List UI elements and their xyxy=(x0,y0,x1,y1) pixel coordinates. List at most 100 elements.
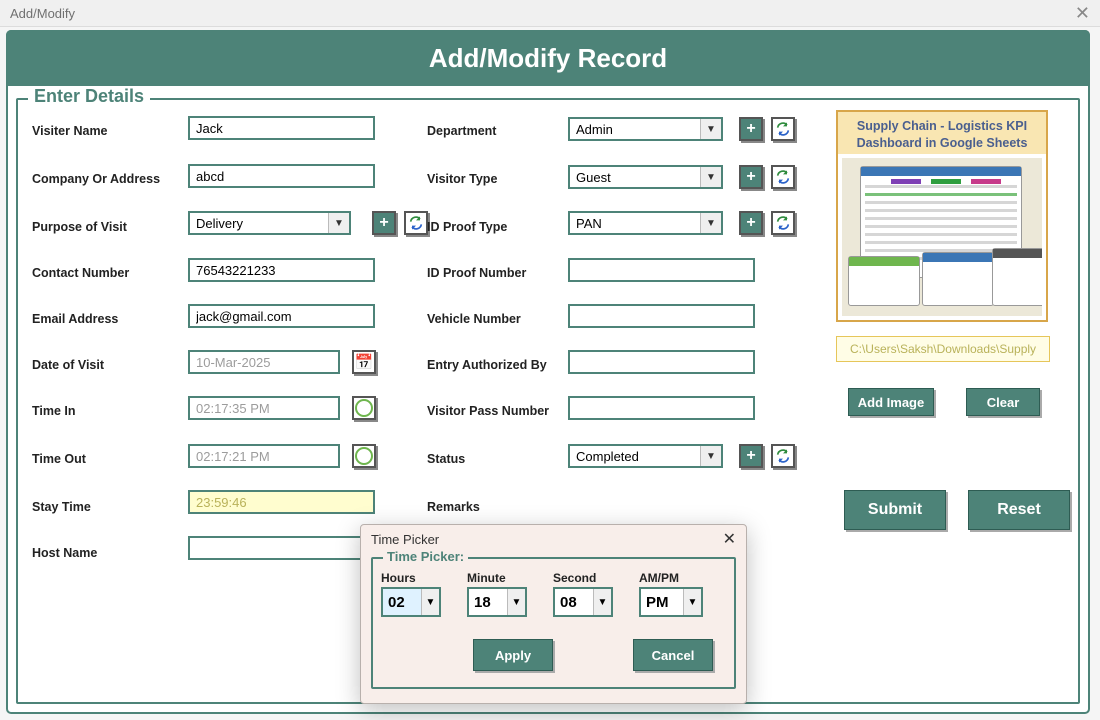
add-image-button[interactable]: Add Image xyxy=(848,388,934,416)
time-picker-legend: Time Picker: xyxy=(383,549,468,564)
hours-select[interactable]: 02 ▼ xyxy=(381,587,441,617)
label-contact: Contact Number xyxy=(32,266,129,280)
refresh-icon xyxy=(775,121,791,137)
hours-label: Hours xyxy=(381,571,441,585)
add-status-button[interactable]: + xyxy=(739,444,763,468)
close-icon[interactable]: ✕ xyxy=(723,529,736,549)
refresh-id-type-button[interactable] xyxy=(771,211,795,235)
add-department-button[interactable]: + xyxy=(739,117,763,141)
clear-image-button[interactable]: Clear xyxy=(966,388,1040,416)
time-out-input[interactable] xyxy=(188,444,340,468)
apply-button[interactable]: Apply xyxy=(473,639,553,671)
close-icon[interactable]: ✕ xyxy=(1075,4,1090,22)
time-in-input[interactable] xyxy=(188,396,340,420)
calendar-icon: 📅 xyxy=(355,353,374,371)
second-field: Second 08 ▼ xyxy=(553,571,613,617)
purpose-value: Delivery xyxy=(190,213,328,233)
chevron-down-icon: ▼ xyxy=(700,119,721,139)
date-input[interactable] xyxy=(188,350,340,374)
refresh-icon xyxy=(408,215,424,231)
page-header: Add/Modify Record xyxy=(6,30,1090,86)
contact-input[interactable] xyxy=(188,258,375,282)
refresh-icon xyxy=(775,169,791,185)
time-picker-dialog: Time Picker ✕ Time Picker: Hours 02 ▼ Mi… xyxy=(360,524,747,704)
time-picker-title: Time Picker xyxy=(371,532,439,547)
plus-icon: + xyxy=(379,214,388,232)
label-email: Email Address xyxy=(32,312,118,326)
chevron-down-icon: ▼ xyxy=(683,589,701,615)
minute-label: Minute xyxy=(467,571,527,585)
pass-number-input[interactable] xyxy=(568,396,755,420)
image-preview: Supply Chain - Logistics KPI Dashboard i… xyxy=(836,110,1048,322)
calendar-button[interactable]: 📅 xyxy=(352,350,376,374)
plus-icon: + xyxy=(746,120,755,138)
cancel-button[interactable]: Cancel xyxy=(633,639,713,671)
company-input[interactable] xyxy=(188,164,375,188)
chevron-down-icon: ▼ xyxy=(507,589,525,615)
label-remarks: Remarks xyxy=(427,500,480,514)
visitor-type-select[interactable]: Guest ▼ xyxy=(568,165,723,189)
visitor-name-input[interactable] xyxy=(188,116,375,140)
visitor-type-value: Guest xyxy=(570,167,700,187)
department-select[interactable]: Admin ▼ xyxy=(568,117,723,141)
second-value: 08 xyxy=(555,589,593,615)
details-legend: Enter Details xyxy=(28,86,150,107)
label-time-in: Time In xyxy=(32,404,76,418)
second-select[interactable]: 08 ▼ xyxy=(553,587,613,617)
chevron-down-icon: ▼ xyxy=(700,213,721,233)
clock-icon xyxy=(355,447,373,465)
label-date: Date of Visit xyxy=(32,358,104,372)
stay-time-display xyxy=(188,490,375,514)
minute-field: Minute 18 ▼ xyxy=(467,571,527,617)
time-out-clock-button[interactable] xyxy=(352,444,376,468)
refresh-icon xyxy=(775,448,791,464)
id-number-input[interactable] xyxy=(568,258,755,282)
purpose-select[interactable]: Delivery ▼ xyxy=(188,211,351,235)
label-department: Department xyxy=(427,124,496,138)
ampm-field: AM/PM PM ▼ xyxy=(639,571,703,617)
submit-button[interactable]: Submit xyxy=(844,490,946,530)
reset-button[interactable]: Reset xyxy=(968,490,1070,530)
page-title: Add/Modify Record xyxy=(429,43,667,74)
label-company: Company Or Address xyxy=(32,172,160,186)
chevron-down-icon: ▼ xyxy=(700,167,721,187)
plus-icon: + xyxy=(746,168,755,186)
refresh-icon xyxy=(775,215,791,231)
department-value: Admin xyxy=(570,119,700,139)
time-in-clock-button[interactable] xyxy=(352,396,376,420)
minute-select[interactable]: 18 ▼ xyxy=(467,587,527,617)
label-host: Host Name xyxy=(32,546,97,560)
label-vehicle: Vehicle Number xyxy=(427,312,521,326)
refresh-status-button[interactable] xyxy=(771,444,795,468)
label-visitor-type: Visitor Type xyxy=(427,172,497,186)
add-visitor-type-button[interactable]: + xyxy=(739,165,763,189)
refresh-purpose-button[interactable] xyxy=(404,211,428,235)
add-purpose-button[interactable]: + xyxy=(372,211,396,235)
auth-by-input[interactable] xyxy=(568,350,755,374)
window-titlebar: Add/Modify ✕ xyxy=(0,0,1100,27)
label-pass-num: Visitor Pass Number xyxy=(427,404,549,418)
refresh-visitor-type-button[interactable] xyxy=(771,165,795,189)
label-status: Status xyxy=(427,452,465,466)
ampm-label: AM/PM xyxy=(639,571,703,585)
image-path-display: C:\Users\Saksh\Downloads\Supply xyxy=(836,336,1050,362)
label-time-out: Time Out xyxy=(32,452,86,466)
refresh-department-button[interactable] xyxy=(771,117,795,141)
ampm-select[interactable]: PM ▼ xyxy=(639,587,703,617)
clock-icon xyxy=(355,399,373,417)
label-id-num: ID Proof Number xyxy=(427,266,526,280)
label-stay: Stay Time xyxy=(32,500,91,514)
host-input[interactable] xyxy=(188,536,375,560)
add-id-type-button[interactable]: + xyxy=(739,211,763,235)
chevron-down-icon: ▼ xyxy=(593,589,611,615)
label-auth-by: Entry Authorized By xyxy=(427,358,547,372)
email-input[interactable] xyxy=(188,304,375,328)
status-select[interactable]: Completed ▼ xyxy=(568,444,723,468)
image-thumbnail xyxy=(842,158,1042,316)
chevron-down-icon: ▼ xyxy=(421,589,439,615)
vehicle-input[interactable] xyxy=(568,304,755,328)
id-type-select[interactable]: PAN ▼ xyxy=(568,211,723,235)
label-purpose: Purpose of Visit xyxy=(32,220,127,234)
minute-value: 18 xyxy=(469,589,507,615)
ampm-value: PM xyxy=(641,589,683,615)
